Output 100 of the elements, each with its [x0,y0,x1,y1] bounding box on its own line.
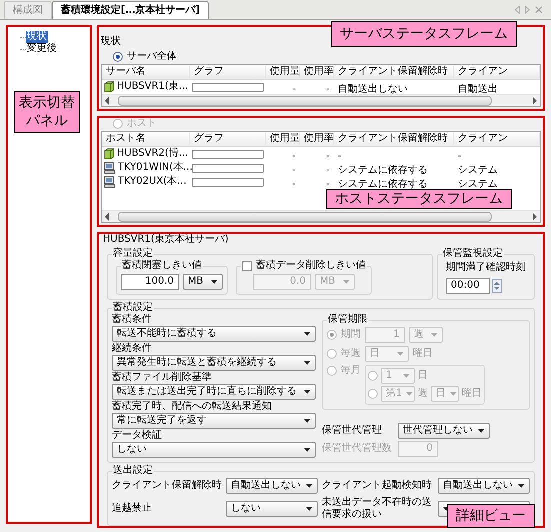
scroll-left-icon[interactable] [515,6,520,14]
table-cell: - [292,165,296,176]
radio-button[interactable]: サーバ全体 [113,51,541,63]
horizontal-scrollbar[interactable] [102,210,540,222]
scroll-right-arrow-icon[interactable] [532,212,538,220]
table-cell: - [338,151,342,162]
field-label: 保管世代管理数 [322,443,393,455]
caret-icon [304,390,311,394]
column-header[interactable]: サーバ名 [102,66,190,78]
dropdown[interactable]: 常に転送完了を返す [112,413,316,429]
group-title: 蓄積閉塞しきい値 [121,260,203,272]
group-title: 送出設定 [112,465,154,477]
group-title: 保管期限 [327,314,369,326]
column-header[interactable]: クライアント保留解除時 [334,66,454,78]
field-label: 蓄積条件 [112,314,153,326]
table-cell: - [326,151,330,162]
dropdown[interactable]: しない [226,501,318,517]
column-header[interactable]: クライアント保留解除時 [334,133,454,145]
table-cell: - [292,151,296,162]
field-label: 蓄積完了時、配信への転送結果通知 [112,401,273,413]
caret-icon [304,361,311,365]
caret-icon [431,333,438,337]
tree-item[interactable]: 現状 [26,31,48,43]
dropdown[interactable]: 転送不能時に蓄積する [112,326,316,342]
caret-icon [397,352,404,356]
table-cell: 自動送出 [458,84,498,95]
dropdown[interactable]: 自動送出しない [226,478,318,494]
spin-icon[interactable] [492,279,502,293]
caret-icon [450,392,457,396]
table-cell: システム [458,179,498,190]
callout-tooltip: サーバステータスフレーム [331,21,517,47]
caret-icon [306,484,313,488]
horizontal-scrollbar[interactable] [102,94,540,106]
field-label: 日 [418,370,428,382]
table-cell: TKY01WIN(本... [118,162,193,174]
callout-tooltip: ホストステータスフレーム [326,189,512,209]
dropdown[interactable]: 異常発生時に転送と蓄積を継続する [112,355,316,371]
caret-icon [518,484,525,488]
table-cell: HUBSVR1(東... [117,81,188,93]
scroll-left-arrow-icon[interactable] [104,96,110,104]
table-cell: - [326,179,330,190]
table-cell: システムに依存する [338,179,428,190]
table-cell: - [292,84,296,95]
caret-icon [478,429,485,433]
tree-item[interactable]: 変更後 [26,43,58,55]
group-title: 容量設定 [112,248,154,260]
close-icon[interactable] [535,6,543,14]
dropdown[interactable]: 世代管理しない [398,423,490,439]
field-label: クライアント保留解除時 [112,480,222,492]
table-cell: - [458,151,462,162]
caret-icon [304,419,311,423]
dropdown[interactable]: 自動送出しない [438,478,530,494]
server-icon [104,81,115,93]
table-cell: - [292,179,296,190]
caret-icon [306,507,313,511]
table-cell: - [326,165,330,176]
dropdown[interactable]: 転送または送出完了時に直ちに削除する [112,384,316,400]
field-label: 曜日 [413,348,433,360]
field-label: 期間満了確認時刻 [446,262,526,274]
server-icon [104,148,115,160]
field-label: 蓄積ファイル削除基準 [112,372,213,384]
detail-title: HUBSVR1(東京本社サーバ) [103,234,230,246]
caret-icon [403,374,410,378]
callout-tooltip: 表示切替パネル [14,91,80,133]
field-label: 継続条件 [112,343,153,355]
tab[interactable]: 蓄積環境設定[…京本社サーバ] [52,1,210,19]
callout-tooltip: 詳細ビュー [447,504,535,528]
field-label: 保管世代管理 [322,425,383,437]
table-cell: HUBSVR2(博... [117,148,188,160]
field-label: 曜日 [462,388,482,400]
field-label: クライアント起動検知時 [322,480,433,492]
computer-icon [104,176,116,188]
group-title: 蓄積設定 [112,302,154,314]
caret-icon [304,448,311,452]
input-field[interactable]: 00:00 [446,278,490,294]
frame-title: 現状 [101,36,121,47]
field-label: 追越禁止 [112,503,153,515]
caret-icon [304,332,311,336]
column-header[interactable]: グラフ [190,66,266,78]
table-cell: TKY02UX(本... [118,176,187,188]
scroll-left-arrow-icon[interactable] [104,212,110,220]
table-cell: システムに依存する [338,165,428,176]
table-cell: - [326,84,330,95]
column-header[interactable]: ホスト名 [102,133,190,145]
scroll-right-icon[interactable] [525,6,530,14]
computer-icon [104,162,116,174]
caret-icon [343,280,350,284]
column-header[interactable]: クライアン [454,133,540,145]
dropdown[interactable]: MB [183,274,223,290]
field-label: データ検証 [112,430,163,442]
field-label: 週 [418,388,428,400]
column-header[interactable]: クライアン [454,66,540,78]
column-header[interactable]: グラフ [190,133,266,145]
caret-icon [211,280,218,284]
table-cell: システム [458,165,498,176]
input-field[interactable]: 100.0 [121,274,179,290]
scroll-right-arrow-icon[interactable] [532,96,538,104]
dropdown[interactable]: しない [112,442,316,458]
group-title: 保管監視設定 [442,248,504,260]
field-label: 未送出データ不在時の送信要求の扱い [322,497,433,521]
